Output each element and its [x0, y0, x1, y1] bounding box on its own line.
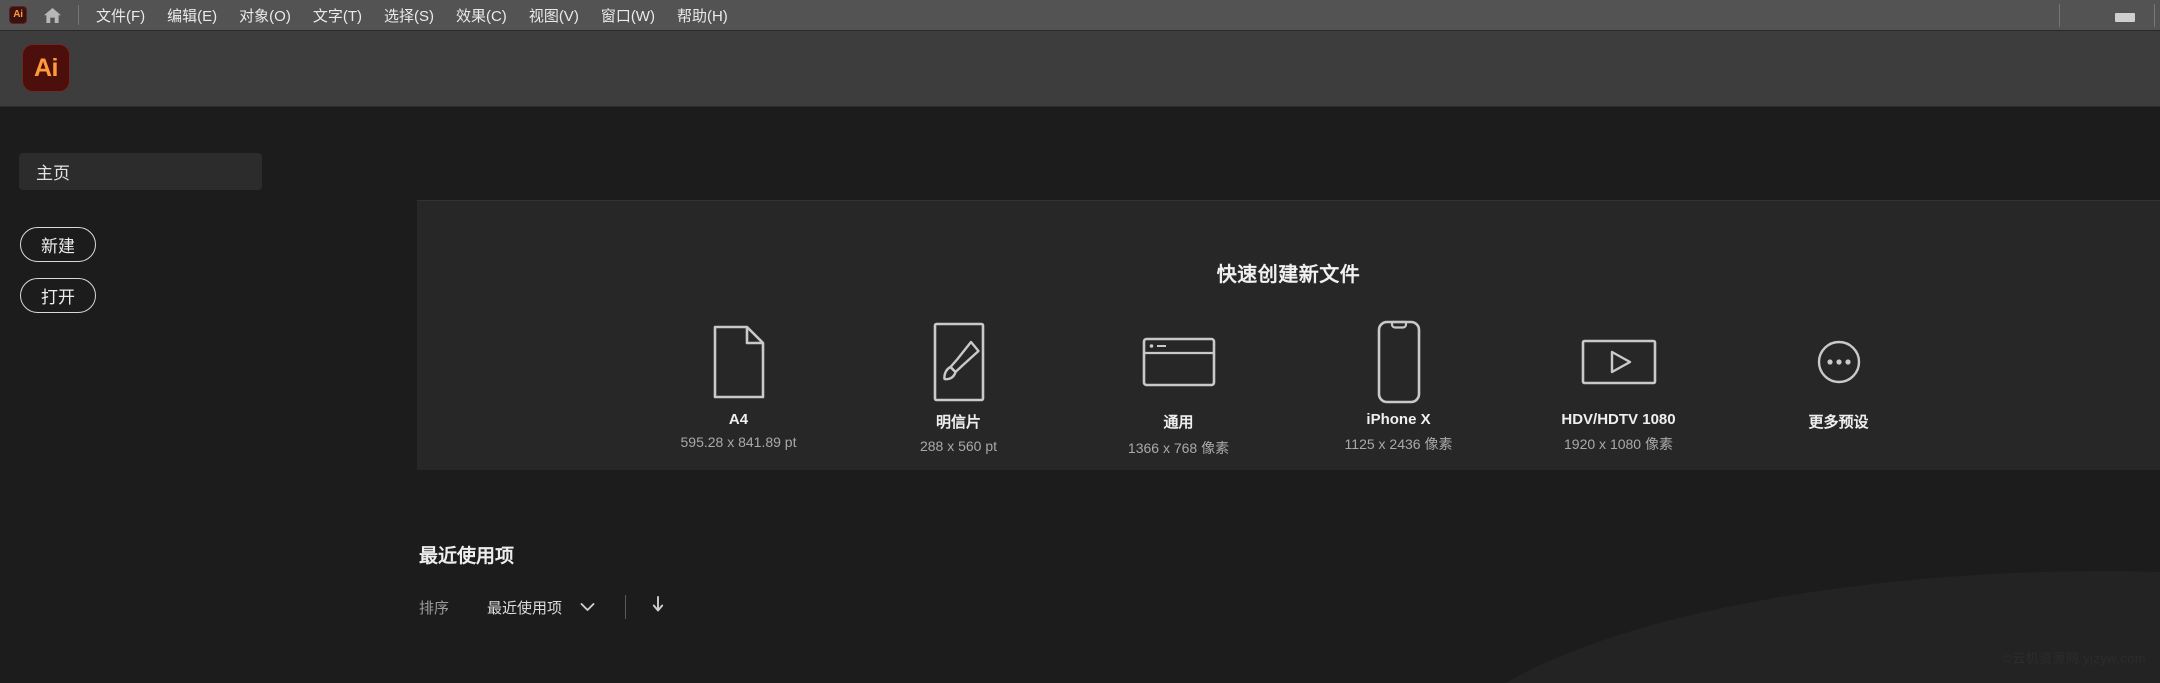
recent-files-title: 最近使用项: [419, 546, 515, 567]
preset-size: 595.28 x 841.89 pt: [680, 434, 797, 450]
preset-size: 1125 x 2436 像素: [1344, 436, 1453, 452]
ai-app-icon[interactable]: Ai: [9, 6, 27, 24]
preset-name: 明信片: [935, 414, 981, 431]
menu-bar-divider: [78, 5, 79, 25]
quick-create-title: 快速创建新文件: [1216, 264, 1361, 286]
sort-label: 排序: [419, 599, 450, 617]
arrow-down-icon: [652, 596, 664, 618]
new-document-button[interactable]: 新建: [20, 227, 96, 262]
menu-item-edit[interactable]: 编辑(E): [156, 0, 228, 30]
preset-name: iPhone X: [1366, 411, 1431, 428]
home-icon[interactable]: [39, 2, 65, 28]
brand-bar: Ai: [0, 31, 2160, 107]
illustrator-home-window: Ai 文件(F) 编辑(E) 对象(O) 文字(T) 选择(S) 效果(C) 视…: [0, 0, 2160, 683]
illustrator-logo: Ai: [22, 44, 70, 92]
preset-name: 通用: [1163, 414, 1194, 431]
menu-item-window[interactable]: 窗口(W): [590, 0, 666, 30]
paintbrush-card-icon: [933, 319, 985, 405]
preset-size: 1920 x 1080 像素: [1564, 436, 1673, 452]
video-play-icon: [1581, 319, 1657, 405]
menu-bar-right-divider: [2059, 4, 2060, 27]
window-minimize-button[interactable]: [2115, 13, 2135, 22]
browser-window-icon: [1142, 319, 1216, 405]
menu-bar-far-right-divider: [2154, 4, 2155, 27]
preset-name: A4: [728, 411, 749, 428]
document-icon: [713, 319, 765, 405]
menu-item-effect[interactable]: 效果(C): [445, 0, 518, 30]
preset-card-web[interactable]: 通用 1366 x 768 像素: [1124, 319, 1234, 458]
menu-bar: Ai 文件(F) 编辑(E) 对象(O) 文字(T) 选择(S) 效果(C) 视…: [0, 0, 2160, 31]
chevron-down-icon: [580, 602, 595, 612]
preset-name: HDV/HDTV 1080: [1561, 411, 1676, 428]
preset-size: 288 x 560 pt: [919, 438, 998, 454]
sidebar: 主页 新建 打开: [0, 107, 417, 683]
phone-icon: [1377, 319, 1421, 405]
sort-dropdown[interactable]: 最近使用项: [487, 597, 595, 618]
quick-create-panel: 快速创建新文件 A4 595.28 x 841.89 pt 明信片 288 x …: [417, 200, 2160, 470]
menu-item-help[interactable]: 帮助(H): [666, 0, 739, 30]
main-content: 快速创建新文件 A4 595.28 x 841.89 pt 明信片 288 x …: [417, 107, 2160, 683]
ellipsis-circle-icon: [1817, 319, 1861, 405]
sidebar-item-home[interactable]: 主页: [19, 153, 262, 190]
preset-name: 更多预设: [1808, 414, 1869, 431]
preset-card-postcard[interactable]: 明信片 288 x 560 pt: [904, 319, 1014, 458]
menu-item-type[interactable]: 文字(T): [302, 0, 373, 30]
preset-card-more[interactable]: 更多预设: [1784, 319, 1894, 458]
menu-item-file[interactable]: 文件(F): [85, 0, 156, 30]
menu-item-select[interactable]: 选择(S): [373, 0, 445, 30]
decorative-blob: [1427, 571, 2160, 683]
menu-item-view[interactable]: 视图(V): [518, 0, 590, 30]
preset-card-hdtv[interactable]: HDV/HDTV 1080 1920 x 1080 像素: [1561, 319, 1676, 458]
menu-item-object[interactable]: 对象(O): [228, 0, 302, 30]
preset-size: 1366 x 768 像素: [1127, 440, 1230, 456]
sort-controls: 排序 最近使用项: [419, 592, 664, 622]
preset-card-iphone-x[interactable]: iPhone X 1125 x 2436 像素: [1344, 319, 1454, 458]
open-document-button[interactable]: 打开: [20, 278, 96, 313]
sort-dropdown-value: 最近使用项: [487, 599, 563, 617]
menu-item-list: 文件(F) 编辑(E) 对象(O) 文字(T) 选择(S) 效果(C) 视图(V…: [85, 0, 739, 30]
sort-divider: [625, 595, 627, 619]
sidebar-item-home-label: 主页: [36, 164, 70, 183]
watermark: ©云机资源网 yjzyw.com: [2002, 651, 2146, 666]
preset-card-a4[interactable]: A4 595.28 x 841.89 pt: [680, 319, 797, 458]
preset-list: A4 595.28 x 841.89 pt 明信片 288 x 560 pt 通…: [417, 319, 2160, 458]
sort-direction-button[interactable]: [652, 596, 664, 618]
